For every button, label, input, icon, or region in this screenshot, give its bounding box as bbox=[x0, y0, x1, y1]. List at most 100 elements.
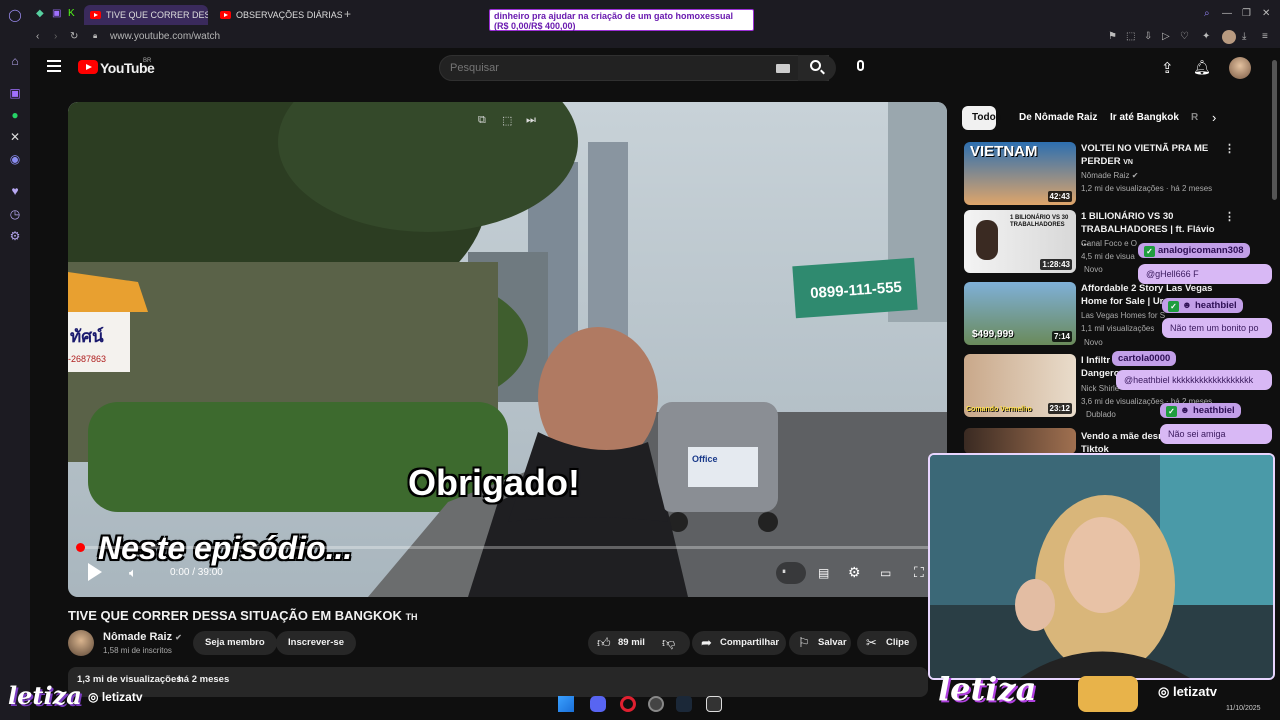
video-player[interactable]: 0899-111-555 ทัศน์ -2687863 Office Obrig… bbox=[68, 102, 947, 597]
tab-observacoes[interactable]: OBSERVAÇÕES DIÁRIAS bbox=[214, 5, 342, 25]
downloads-icon[interactable]: ⤓ bbox=[1242, 31, 1246, 42]
chip-more[interactable]: R bbox=[1191, 112, 1198, 124]
heart-icon[interactable]: ♥ bbox=[8, 184, 22, 198]
forward-icon[interactable]: › bbox=[54, 31, 57, 42]
chips-next-icon[interactable]: › bbox=[1212, 110, 1216, 125]
chip-all-label[interactable]: Todos bbox=[972, 112, 1001, 124]
upload-icon[interactable]: ⇪ bbox=[1161, 59, 1174, 77]
channel-avatar[interactable] bbox=[68, 630, 94, 656]
download-icon[interactable]: ⇩ bbox=[1144, 31, 1152, 42]
opera-taskbar-icon[interactable] bbox=[620, 696, 636, 712]
opera-logo-icon[interactable]: ◯ bbox=[8, 8, 22, 22]
search-tabs-icon[interactable]: ⌕ bbox=[1204, 8, 1210, 19]
favorite-icon[interactable]: ♡ bbox=[1180, 31, 1189, 42]
youtube-logo-icon[interactable] bbox=[78, 60, 98, 74]
theater-mode-icon[interactable]: ▭ bbox=[880, 566, 891, 580]
bookmark-icon[interactable]: ⚑ bbox=[1108, 31, 1117, 42]
chip-channel[interactable]: De Nômade Raiz bbox=[1019, 112, 1097, 124]
like-icon[interactable]: 👍︎ bbox=[597, 635, 611, 651]
chat-username-text: heathbiel bbox=[1195, 300, 1237, 311]
rec-channel: Nick Shirle bbox=[1081, 384, 1120, 393]
x-icon[interactable]: ✕ bbox=[8, 130, 22, 144]
twitch-tab-icon[interactable]: ▣ bbox=[52, 8, 61, 19]
settings-gear-icon[interactable]: ⚙ bbox=[848, 564, 861, 581]
rec-badge: Dublado bbox=[1086, 410, 1116, 419]
notifications-bell-icon[interactable]: 🔔︎ bbox=[1193, 59, 1211, 76]
page-scrollbar[interactable] bbox=[1272, 60, 1277, 200]
clip-button[interactable]: ✂ Clipe bbox=[857, 631, 917, 655]
channel-name-text[interactable]: Nômade Raiz bbox=[103, 631, 172, 643]
subtitles-icon[interactable]: ▤ bbox=[818, 566, 829, 580]
url-field[interactable]: www.youtube.com/watch bbox=[110, 31, 220, 42]
tab-video[interactable]: TIVE QUE CORRER DESSA bbox=[84, 5, 208, 25]
rec-more-icon[interactable]: ⋮ bbox=[1224, 210, 1235, 223]
extensions-icon[interactable]: ✦ bbox=[1202, 31, 1210, 42]
new-tab-button[interactable]: + bbox=[344, 7, 351, 21]
share-button[interactable]: ➦ Compartilhar bbox=[692, 631, 786, 655]
search-input[interactable] bbox=[450, 60, 760, 76]
settings-icon[interactable]: ⚙ bbox=[8, 229, 22, 243]
hamburger-menu-icon[interactable] bbox=[47, 60, 61, 62]
player-icon[interactable]: ▷ bbox=[1162, 31, 1170, 42]
aria-icon[interactable]: ⌂ bbox=[8, 54, 22, 68]
rec-thumbnail[interactable]: 1 BILIONÁRIO VS 30 TRABALHADORES 1:28:43 bbox=[964, 210, 1076, 273]
progress-bar[interactable] bbox=[76, 543, 938, 552]
history-icon[interactable]: ◷ bbox=[8, 207, 22, 221]
rec-title[interactable]: VOLTEI NO VIETNÃ PRA ME PERDER VN bbox=[1081, 142, 1216, 169]
steam-taskbar-icon[interactable] bbox=[676, 696, 692, 712]
chip-bangkok[interactable]: Ir até Bangkok bbox=[1110, 112, 1179, 124]
rec-thumbnail[interactable]: VIETNAM 42:43 bbox=[964, 142, 1076, 205]
dislike-icon[interactable]: 👎︎ bbox=[662, 635, 675, 651]
kick-tab-icon[interactable]: K bbox=[68, 8, 75, 19]
rec-thumbnail[interactable]: Comando Vermelho 23:12 bbox=[964, 354, 1076, 417]
profile-avatar[interactable] bbox=[1222, 30, 1236, 44]
obs-taskbar-icon[interactable] bbox=[648, 696, 664, 712]
discord-icon[interactable]: ◉ bbox=[8, 152, 22, 166]
rec-more-icon[interactable]: ⋮ bbox=[1224, 142, 1235, 155]
channel-name[interactable]: Nômade Raiz ✔ bbox=[103, 631, 182, 643]
chat-message: @heathbiel kkkkkkkkkkkkkkkkkk bbox=[1116, 370, 1272, 390]
rec-thumbnail[interactable] bbox=[964, 428, 1076, 454]
play-button[interactable] bbox=[88, 563, 102, 581]
volume-icon[interactable]: 🔈︎ bbox=[129, 565, 137, 581]
subscribe-button[interactable]: Inscrever-se bbox=[276, 631, 356, 655]
account-avatar[interactable] bbox=[1229, 57, 1251, 79]
video-title-text: TIVE QUE CORRER DESSA SITUAÇÃO EM BANGKO… bbox=[68, 608, 402, 623]
subscriber-count: 1,58 mi de inscritos bbox=[103, 646, 172, 655]
like-dislike-group: 👍︎ 89 mil 👎︎ bbox=[588, 631, 690, 655]
brand-logo-right: letiza bbox=[938, 670, 1037, 708]
rec-title-text[interactable]: VOLTEI NO VIETNÃ PRA ME PERDER bbox=[1081, 143, 1208, 167]
keyboard-icon[interactable] bbox=[776, 64, 790, 73]
reload-icon[interactable]: ↻ bbox=[70, 31, 78, 42]
discord-taskbar-icon[interactable] bbox=[590, 696, 606, 712]
whatsapp-icon[interactable]: ● bbox=[8, 108, 22, 122]
rec-thumb-text: VIETNAM bbox=[970, 143, 1038, 160]
windows-start-icon[interactable] bbox=[558, 696, 574, 712]
cat-badge-icon: ☻ bbox=[1182, 300, 1192, 311]
workspace-icon[interactable]: ◆ bbox=[36, 8, 44, 19]
miniplayer-icon[interactable]: ⧉ bbox=[478, 114, 486, 127]
capcut-taskbar-icon[interactable] bbox=[706, 696, 722, 712]
autoplay-toggle[interactable]: ⏸ bbox=[776, 562, 806, 584]
restore-icon[interactable]: ❐ bbox=[1242, 8, 1251, 19]
menu-icon[interactable]: ≡ bbox=[1262, 31, 1268, 42]
autoplay-icon[interactable]: ⏭ bbox=[526, 114, 536, 127]
close-window-icon[interactable]: ✕ bbox=[1262, 8, 1270, 19]
microphone-icon[interactable] bbox=[857, 60, 864, 71]
rec-thumb-text: Comando Vermelho bbox=[966, 406, 1032, 413]
description-box[interactable]: 1,3 mi de visualizações há 2 meses bbox=[68, 667, 928, 697]
like-count[interactable]: 89 mil bbox=[618, 637, 645, 648]
rec-thumbnail[interactable]: $499,999 7:14 bbox=[964, 282, 1076, 345]
back-icon[interactable]: ‹ bbox=[36, 31, 39, 42]
minimize-icon[interactable]: — bbox=[1222, 8, 1232, 19]
fullscreen-icon[interactable]: ⛶ bbox=[914, 564, 924, 581]
snapshot-icon[interactable]: ⬚ bbox=[1126, 31, 1135, 42]
region-code: BR bbox=[143, 58, 152, 64]
twitch-icon[interactable]: ▣ bbox=[8, 86, 22, 100]
theater-icon[interactable]: ⬚ bbox=[502, 114, 512, 127]
chat-username: ✓ ☻ heathbiel bbox=[1162, 298, 1243, 313]
search-button[interactable] bbox=[798, 55, 836, 81]
join-button[interactable]: Seja membro bbox=[193, 631, 277, 655]
save-button[interactable]: ⚐ Salvar bbox=[789, 631, 851, 655]
scrubber-handle[interactable] bbox=[76, 543, 85, 552]
